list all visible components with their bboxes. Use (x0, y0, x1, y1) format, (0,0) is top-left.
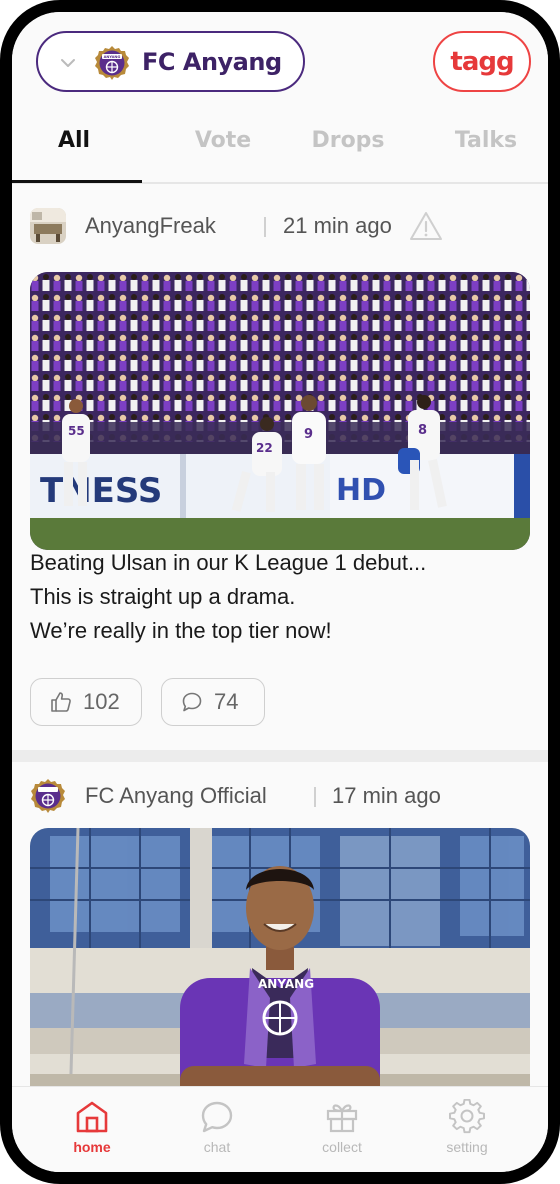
post-text-line: Beating Ulsan in our K League 1 debut... (30, 550, 427, 575)
post-divider (12, 750, 548, 762)
post-text-line: This is straight up a drama. (30, 584, 296, 609)
bottom-navigation: home chat collect setting (12, 1086, 548, 1172)
tab-active-indicator (12, 180, 142, 183)
app-header: ANYANG FC Anyang tagg (12, 12, 548, 112)
nav-collect[interactable]: collect (297, 1099, 387, 1165)
chat-icon (201, 1101, 233, 1133)
comment-button[interactable]: 74 (161, 678, 265, 726)
thumbs-up-icon (51, 692, 71, 712)
post-body-text: Beating Ulsan in our K League 1 debut...… (30, 546, 530, 648)
tab-vote[interactable]: Vote (168, 128, 278, 168)
like-button[interactable]: 102 (30, 678, 142, 726)
jersey-text: ANYANG (258, 977, 314, 991)
nav-setting[interactable]: setting (422, 1099, 512, 1165)
banner-right-text: HD (336, 473, 386, 508)
brand-logo-text: tagg (450, 46, 514, 77)
post-time: 17 min ago (332, 783, 441, 808)
post-author[interactable]: AnyangFreak (85, 213, 216, 239)
header-separator (264, 217, 266, 237)
tab-drops[interactable]: Drops (298, 128, 398, 168)
feed-post: AnyangFreak 21 min ago TNESS HD 55 22 9 … (12, 186, 548, 762)
phone-frame: ANYANG FC Anyang tagg All Vote Drops Tal… (0, 0, 560, 1184)
jersey-number: 9 (304, 427, 313, 442)
brand-logo-button[interactable]: tagg (433, 31, 531, 92)
home-icon (76, 1101, 108, 1133)
tab-all[interactable]: All (30, 128, 118, 168)
team-crest-icon: ANYANG (95, 46, 129, 80)
jersey-number: 22 (256, 441, 273, 455)
avatar[interactable] (30, 208, 66, 244)
post-time: 21 min ago (283, 213, 392, 238)
post-text-line: We’re really in the top tier now! (30, 618, 332, 643)
team-crest-avatar-icon[interactable] (30, 778, 66, 814)
team-name: FC Anyang (142, 48, 282, 76)
nav-label: collect (322, 1139, 362, 1155)
post-author[interactable]: FC Anyang Official (85, 783, 267, 809)
report-warning-icon[interactable] (408, 210, 444, 242)
post-header: FC Anyang Official 17 min ago (30, 778, 530, 818)
team-selector[interactable]: ANYANG FC Anyang (36, 31, 305, 92)
comment-bubble-icon (182, 692, 202, 712)
nav-label: home (73, 1139, 111, 1155)
feed-tabs: All Vote Drops Talks (12, 112, 548, 184)
nav-label: chat (203, 1139, 231, 1155)
post-header: AnyangFreak 21 min ago (30, 208, 530, 248)
crest-text: ANYANG (104, 55, 121, 59)
post-image[interactable]: TNESS HD 55 22 9 8 (30, 272, 530, 550)
nav-home[interactable]: home (47, 1099, 137, 1165)
gift-icon (326, 1104, 358, 1133)
header-separator (314, 787, 316, 807)
like-count: 102 (83, 689, 120, 714)
chevron-down-icon (61, 59, 75, 67)
comment-count: 74 (214, 689, 239, 714)
feed-post: FC Anyang Official 17 min ago ANYANG (12, 762, 548, 1086)
nav-chat[interactable]: chat (172, 1099, 262, 1165)
jersey-number: 55 (68, 424, 85, 438)
feed-list[interactable]: AnyangFreak 21 min ago TNESS HD 55 22 9 … (12, 186, 548, 1086)
app-screen: ANYANG FC Anyang tagg All Vote Drops Tal… (12, 12, 548, 1172)
gear-icon (449, 1099, 485, 1134)
nav-label: setting (446, 1139, 488, 1155)
post-image[interactable]: ANYANG (30, 828, 530, 1086)
tab-talks[interactable]: Talks (438, 128, 534, 168)
jersey-number: 8 (418, 423, 427, 438)
banner-left-text: TNESS (40, 471, 162, 511)
